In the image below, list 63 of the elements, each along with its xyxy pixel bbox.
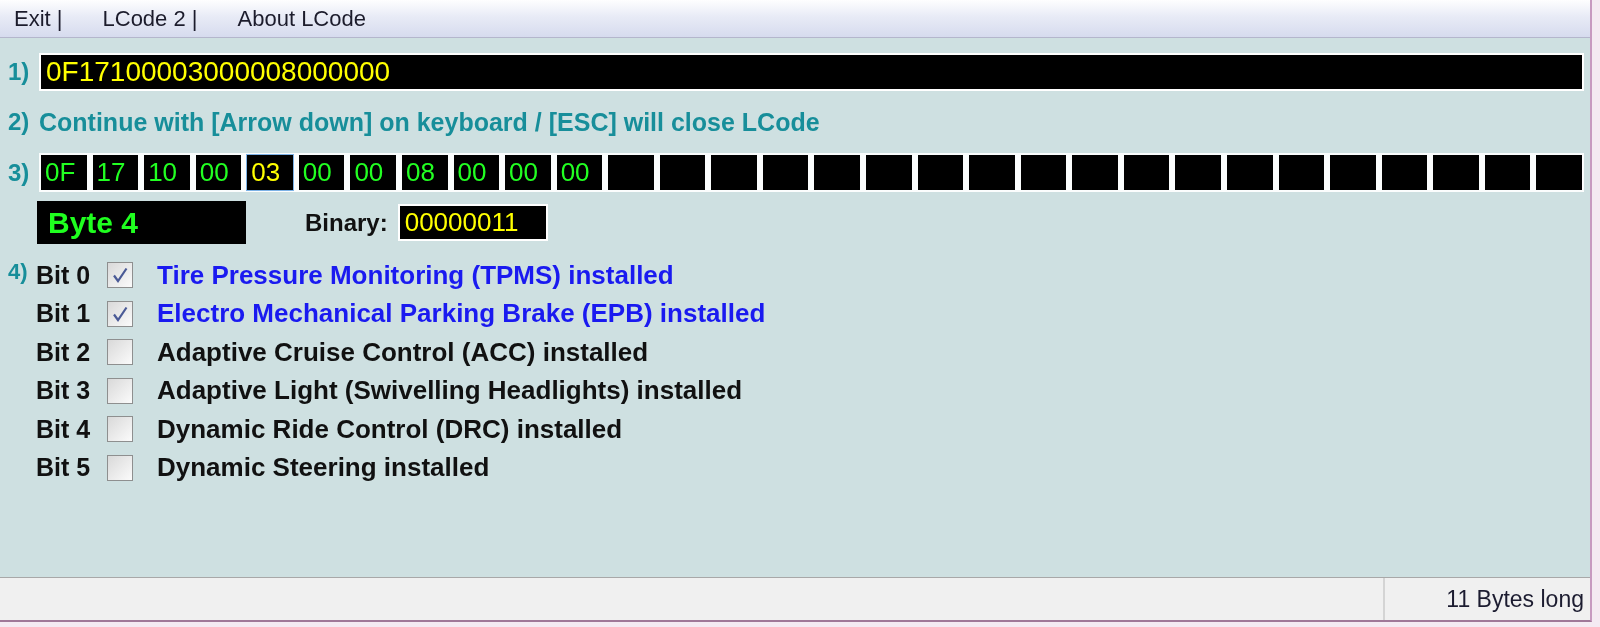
step-number: 3) (8, 158, 31, 187)
checkbox[interactable] (107, 262, 133, 289)
instruction-text: Continue with [Arrow down] on keyboard / [ESC] will close LCode (39, 108, 820, 136)
byte-indicator: Byte 4 (37, 201, 246, 244)
byte-field[interactable]: 03 (247, 155, 293, 190)
tick-icon (112, 305, 128, 322)
byte-field[interactable] (1536, 155, 1582, 190)
menu-item[interactable]: About LCode (227, 2, 376, 35)
byte-field[interactable]: 00 (556, 155, 603, 190)
byte-field[interactable] (866, 155, 912, 190)
option-label: Dynamic Ride Control (DRC) installed (157, 413, 623, 445)
byte-field[interactable]: 00 (298, 155, 345, 190)
checkbox[interactable] (107, 377, 133, 404)
byte-field[interactable] (1278, 155, 1325, 190)
byte-field[interactable] (969, 155, 1015, 190)
byte-field[interactable] (1175, 155, 1221, 190)
byte-field[interactable] (1484, 155, 1531, 190)
byte-field[interactable] (1072, 155, 1118, 190)
byte-field[interactable] (1226, 155, 1273, 190)
status-text: 11 Bytes long (1446, 585, 1584, 613)
byte-field[interactable] (814, 155, 860, 190)
checkbox[interactable] (107, 454, 133, 481)
byte-field[interactable] (711, 155, 757, 190)
byte-field[interactable]: 08 (401, 155, 448, 190)
bit-label: Bit 3 (36, 376, 92, 406)
bit-label: Bit 4 (36, 414, 92, 444)
byte-field[interactable] (762, 155, 809, 190)
byte-field[interactable] (659, 155, 706, 190)
coding-field[interactable]: 0F17100003000008000000 (39, 53, 1584, 91)
byte-field[interactable]: 10 (144, 155, 190, 190)
option-label: Adaptive Cruise Control (ACC) installed (157, 336, 649, 368)
option-label: Tire Pressure Monitoring (TPMS) installed (157, 259, 674, 291)
bit-label: Bit 0 (36, 260, 92, 290)
binary-field[interactable]: 00000011 (397, 204, 548, 241)
menu-item[interactable]: Exit | (4, 2, 73, 35)
checkbox[interactable] (107, 416, 133, 443)
step-number: 2) (8, 108, 31, 136)
bit-label: Bit 2 (36, 337, 92, 367)
step-number: 1) (8, 58, 31, 86)
checkbox[interactable] (107, 300, 133, 327)
byte-field[interactable] (1433, 155, 1479, 190)
tick-icon (112, 267, 128, 284)
byte-field[interactable] (1381, 155, 1428, 190)
step-number: 4) (8, 259, 29, 286)
byte-field[interactable] (608, 155, 654, 190)
bit-label: Bit 1 (36, 299, 92, 329)
byte-field[interactable]: 0F (41, 155, 87, 190)
checkbox[interactable] (107, 339, 133, 366)
option-label: Electro Mechanical Parking Brake (EPB) installed (157, 298, 766, 330)
bit-label: Bit 5 (36, 453, 92, 483)
binary-label: Binary: (305, 208, 388, 237)
option-label: Adaptive Light (Swivelling Headlights) installed (157, 375, 743, 407)
option-label: Dynamic Steering installed (157, 452, 490, 484)
byte-field[interactable]: 17 (92, 155, 139, 190)
byte-field[interactable] (1123, 155, 1170, 190)
byte-field[interactable]: 00 (350, 155, 396, 190)
byte-field[interactable]: 00 (453, 155, 500, 190)
byte-field[interactable] (917, 155, 964, 190)
byte-field[interactable]: 00 (195, 155, 242, 190)
menu-item[interactable]: LCode 2 | (92, 2, 208, 35)
byte-field[interactable] (1330, 155, 1376, 190)
byte-field[interactable]: 00 (505, 155, 551, 190)
byte-field[interactable] (1020, 155, 1067, 190)
